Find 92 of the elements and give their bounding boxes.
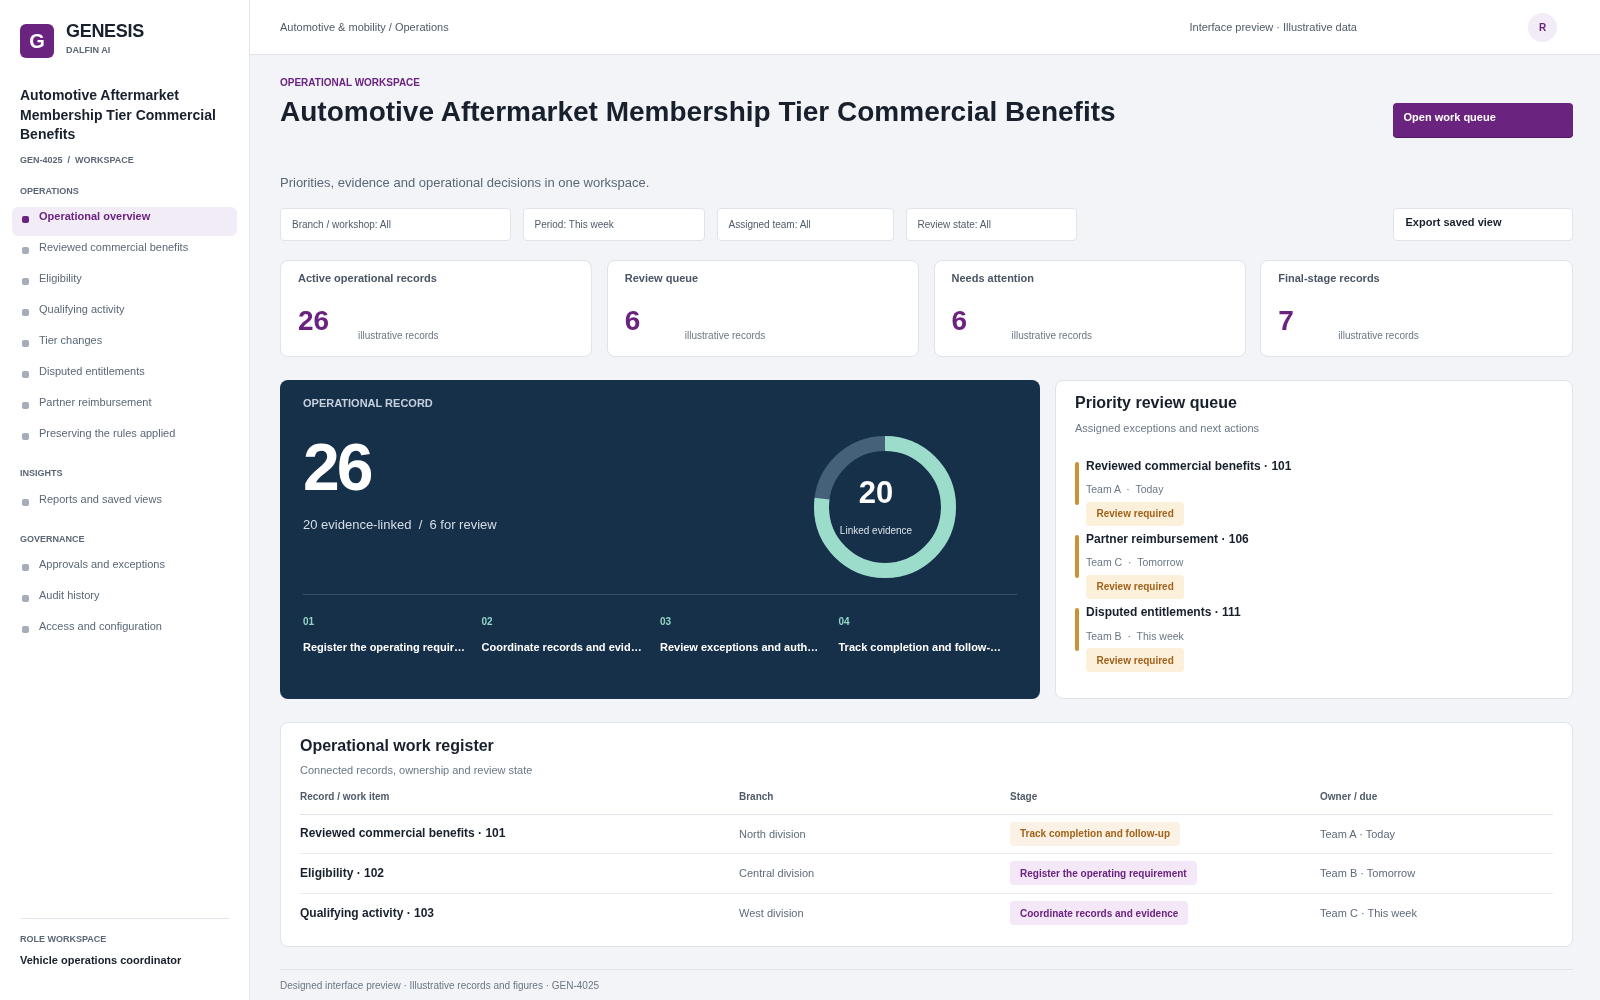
queue-item-title[interactable]: Partner reimbursement · 106 (1086, 531, 1249, 547)
record-count: 26 (303, 433, 371, 500)
kpi-note: illustrative records (1338, 330, 1419, 342)
logo-tile: G (20, 24, 54, 58)
page-eyebrow: OPERATIONAL WORKSPACE (280, 77, 421, 89)
workspace-path: GEN-4025 / WORKSPACE (19, 154, 135, 166)
stage-badge: Track completion and follow-up (1010, 821, 1180, 846)
queue-item-meta: Team B · This week (1086, 629, 1184, 643)
section-heading: GOVERNANCE (19, 533, 86, 545)
panel-subtitle: Connected records, ownership and review state (300, 762, 534, 777)
queue-item-meta: Team A · Today (1086, 483, 1164, 496)
open-work-queue-button[interactable]: Open work queue (1392, 102, 1573, 137)
sidebar-item[interactable]: Tier changes (12, 331, 237, 360)
kpi-value: 6 (951, 306, 969, 336)
kpi-label: Active operational records (298, 271, 438, 285)
role-heading: ROLE WORKSPACE (20, 933, 108, 945)
kpi-value: 6 (624, 306, 642, 336)
user-avatar[interactable]: R (1528, 12, 1557, 42)
table-cell: Reviewed commercial benefits · 101 (300, 826, 506, 842)
breadcrumb: Automotive & mobility / Operations (280, 21, 450, 33)
brand-org: DALFIN AI (66, 45, 111, 56)
kpi-note: illustrative records (684, 330, 766, 342)
table-cell: Team A · Today (1320, 826, 1395, 841)
section-heading: OPERATIONS (19, 185, 80, 197)
status-badge: Review required (1086, 574, 1185, 599)
kpi-note: illustrative records (358, 330, 439, 342)
sidebar-item[interactable]: Access and configuration (12, 617, 237, 646)
gauge-value: 20 (858, 476, 894, 509)
table-cell: Qualifying activity · 103 (300, 905, 435, 921)
sidebar-item[interactable]: Reviewed commercial benefits (12, 238, 237, 267)
role-name: Vehicle operations coordinator (20, 953, 183, 967)
brand-name: GENESIS (66, 21, 144, 41)
column-header: Stage (1010, 790, 1038, 803)
kpi-note: illustrative records (1011, 330, 1093, 342)
step-label: Track completion and follow-… (838, 639, 1002, 654)
footer-note: Designed interface preview · Illustrative records and figures · GEN-4025 (280, 969, 1573, 992)
panel-eyebrow: OPERATIONAL RECORD (303, 396, 434, 410)
panel-title: Operational work register (300, 735, 495, 756)
workspace-title: Automotive Aftermarket Membership Tier Commercial Benefits (19, 86, 217, 144)
sidebar-item[interactable]: Eligibility (12, 269, 237, 298)
step-number: 04 (838, 615, 850, 628)
filter-dropdown[interactable]: Review state: All (905, 207, 1077, 241)
column-header: Branch (739, 790, 774, 803)
queue-item-meta: Team C · Tomorrow (1086, 556, 1184, 570)
page-title: Automotive Aftermarket Membership Tier Commercial Benefits (280, 95, 1116, 129)
export-button[interactable]: Export saved view (1392, 207, 1573, 241)
step-label: Register the operating requir… (303, 639, 465, 654)
panel-subtitle: Assigned exceptions and next actions (1075, 420, 1261, 435)
filter-dropdown[interactable]: Branch / workshop: All (280, 207, 511, 241)
kpi-label: Review queue (624, 271, 700, 285)
gauge-label: Linked evidence (839, 524, 913, 537)
sidebar-item[interactable]: Preserving the rules applied (12, 424, 237, 453)
queue-item-title[interactable]: Reviewed commercial benefits · 101 (1086, 458, 1292, 474)
record-summary: 20 evidence-linked / 6 for review (303, 517, 497, 533)
table-cell: West division (739, 906, 804, 921)
table-cell: Team B · Tomorrow (1320, 866, 1416, 881)
section-heading: INSIGHTS (19, 468, 64, 479)
table-cell: Central division (739, 866, 815, 881)
column-header: Record / work item (300, 790, 390, 803)
stage-badge: Coordinate records and evidence (1010, 901, 1189, 926)
status-badge: Review required (1086, 648, 1185, 673)
preview-note: Interface preview · Illustrative data (1189, 21, 1357, 33)
accent-bar (1075, 608, 1079, 652)
table-cell: Eligibility · 102 (300, 865, 385, 881)
stage-badge: Register the operating requirement (1010, 861, 1197, 886)
accent-bar (1075, 461, 1079, 505)
queue-item-title[interactable]: Disputed entitlements · 111 (1086, 605, 1241, 621)
filter-dropdown[interactable]: Assigned team: All (716, 207, 894, 241)
kpi-label: Final-stage records (1278, 271, 1381, 285)
sidebar-item[interactable]: Qualifying activity (12, 300, 237, 329)
step-label: Coordinate records and evid… (481, 639, 642, 654)
sidebar-item[interactable]: Partner reimbursement (12, 393, 237, 422)
sidebar-item[interactable]: Approvals and exceptions (12, 555, 237, 584)
sidebar-item[interactable]: Reports and saved views (12, 489, 237, 519)
step-number: 01 (303, 615, 315, 628)
table-cell: North division (739, 826, 806, 841)
kpi-label: Needs attention (951, 271, 1035, 285)
kpi-value: 26 (298, 306, 331, 336)
kpi-value: 7 (1278, 306, 1295, 336)
step-label: Review exceptions and auth… (660, 639, 819, 654)
filter-dropdown[interactable]: Period: This week (522, 207, 705, 241)
column-header: Owner / due (1320, 790, 1378, 803)
page-subtitle: Priorities, evidence and operational decisions in one workspace. (280, 174, 651, 191)
sidebar-item[interactable]: Operational overview (12, 207, 237, 236)
sidebar-item[interactable]: Audit history (12, 586, 237, 615)
accent-bar (1075, 534, 1079, 578)
panel-title: Priority review queue (1075, 392, 1238, 413)
status-badge: Review required (1086, 501, 1185, 526)
step-number: 03 (660, 615, 672, 628)
sidebar-item[interactable]: Disputed entitlements (12, 362, 237, 391)
table-cell: Team C · This week (1320, 906, 1417, 921)
step-number: 02 (481, 615, 493, 628)
